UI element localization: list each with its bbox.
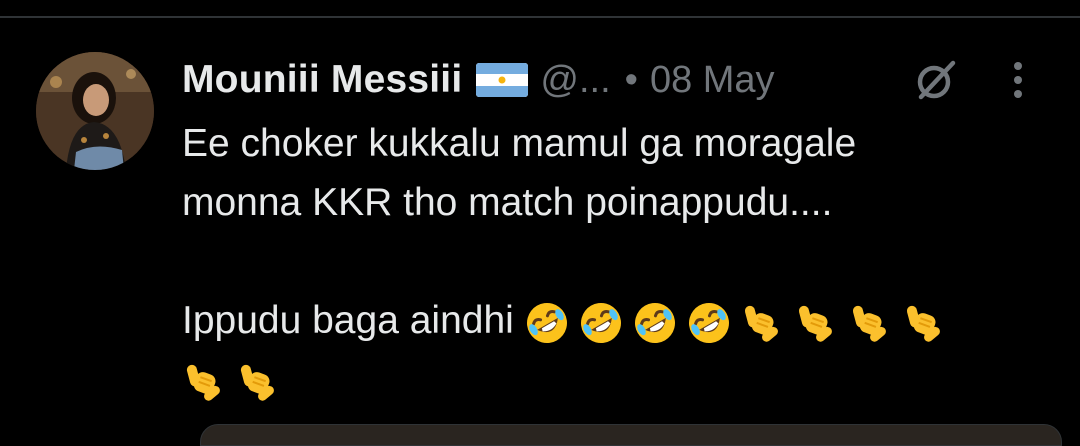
emoji-row (182, 359, 282, 405)
call-me-hand-emoji-icon (182, 359, 228, 405)
avatar[interactable] (36, 52, 154, 170)
tweet-text-line-4-text: Ippudu baga aindhi (182, 299, 514, 342)
call-me-hand-emoji-icon (236, 359, 282, 405)
tweet-text-line-3 (182, 232, 1052, 291)
display-name[interactable]: Mouniii Messiii (182, 58, 462, 102)
tweet-header: Mouniii Messiii @... • 08 May (182, 54, 1062, 106)
call-me-hand-emoji-icon (902, 300, 948, 346)
tweet-text: Ee choker kukkalu mamul ga moragale monn… (182, 114, 1052, 409)
call-me-hand-emoji-icon (848, 300, 894, 346)
argentina-flag-icon (476, 63, 529, 97)
tweet-text-line-2: monna KKR tho match poinappudu.... (182, 181, 833, 224)
tweet-timestamp[interactable]: 08 May (650, 59, 775, 102)
rolling-on-floor-laughing-emoji-icon (686, 300, 732, 346)
emoji-row (524, 300, 948, 346)
media-preview[interactable] (200, 424, 1062, 446)
grok-icon[interactable] (910, 54, 962, 106)
call-me-hand-emoji-icon (794, 300, 840, 346)
more-options-icon[interactable] (994, 54, 1042, 106)
tweet-text-line-4: Ippudu baga aindhi (182, 291, 1052, 350)
top-divider (0, 0, 1080, 18)
user-handle[interactable]: @... (540, 59, 610, 102)
separator-dot: • (624, 58, 638, 101)
call-me-hand-emoji-icon (740, 300, 786, 346)
tweet-text-line-1: Ee choker kukkalu mamul ga moragale (182, 122, 857, 165)
tweet-text-line-5 (182, 350, 1052, 409)
rolling-on-floor-laughing-emoji-icon (632, 300, 678, 346)
rolling-on-floor-laughing-emoji-icon (578, 300, 624, 346)
rolling-on-floor-laughing-emoji-icon (524, 300, 570, 346)
